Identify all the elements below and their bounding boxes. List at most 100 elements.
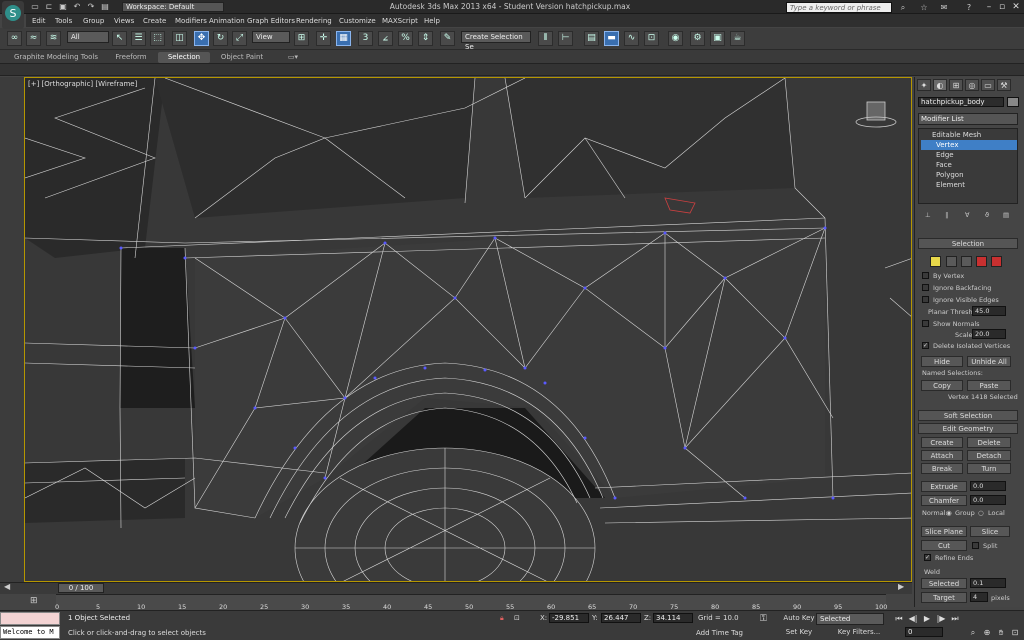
- absolute-mode-icon[interactable]: ⊡: [514, 614, 520, 622]
- menu-rendering[interactable]: Rendering: [296, 17, 332, 25]
- by-vertex-checkbox[interactable]: [922, 272, 929, 279]
- set-key-filter-icon[interactable]: ⚿: [760, 614, 767, 624]
- delete-isolated-vertices-checkbox[interactable]: [922, 342, 929, 349]
- lock-selection-icon[interactable]: 🔒︎: [500, 614, 504, 623]
- app-logo-button[interactable]: S: [2, 1, 24, 29]
- display-panel-icon[interactable]: ▭: [981, 79, 995, 91]
- redo-icon[interactable]: ↷: [86, 2, 96, 12]
- stack-item-edge[interactable]: Edge: [921, 150, 1017, 160]
- key-mode-dropdown[interactable]: Selected: [816, 613, 884, 625]
- menu-modifiers[interactable]: Modifiers: [175, 17, 207, 25]
- object-name-field[interactable]: hatchpickup_body: [918, 97, 1004, 107]
- selection-filter-dropdown[interactable]: All: [67, 31, 109, 43]
- communication-icon[interactable]: ✉: [938, 2, 950, 13]
- vertex-mode-icon[interactable]: [930, 256, 941, 267]
- maximize-viewport-icon[interactable]: ⊡: [1009, 627, 1021, 638]
- material-editor-icon[interactable]: ◉: [668, 31, 683, 46]
- edit-named-selection-icon[interactable]: ✎: [440, 31, 455, 46]
- show-normals-checkbox[interactable]: [922, 320, 929, 327]
- remove-modifier-icon[interactable]: ϑ: [985, 211, 989, 219]
- zoom-all-icon[interactable]: ⊕: [981, 627, 993, 638]
- new-icon[interactable]: ▭: [30, 2, 40, 12]
- ignore-backfacing-checkbox[interactable]: [922, 284, 929, 291]
- tab-graphite-modeling-tools[interactable]: Graphite Modeling Tools: [14, 52, 98, 63]
- viewport-orthographic[interactable]: [24, 77, 912, 582]
- select-and-move-icon[interactable]: ✥: [194, 31, 209, 46]
- tab-object-paint[interactable]: Object Paint: [216, 52, 268, 63]
- stack-item-polygon[interactable]: Polygon: [921, 170, 1017, 180]
- time-slider-thumb[interactable]: 0 / 100: [58, 583, 104, 593]
- select-by-name-icon[interactable]: ☰: [131, 31, 146, 46]
- subscription-icon[interactable]: ☆: [918, 2, 930, 13]
- reference-coordinate-dropdown[interactable]: View: [252, 31, 290, 43]
- menu-customize[interactable]: Customize: [339, 17, 376, 25]
- turn-button[interactable]: Turn: [967, 463, 1011, 474]
- delete-button[interactable]: Delete: [967, 437, 1011, 448]
- z-coordinate-field[interactable]: 34.114: [653, 613, 693, 623]
- select-and-scale-icon[interactable]: ⤢: [232, 31, 247, 46]
- play-icon[interactable]: ▶: [921, 613, 933, 624]
- keyboard-shortcut-override-icon[interactable]: ▦: [336, 31, 351, 46]
- named-selection-dropdown[interactable]: Create Selection Se: [461, 31, 531, 51]
- chamfer-button[interactable]: Chamfer: [921, 495, 967, 506]
- face-mode-icon[interactable]: [961, 256, 972, 267]
- graphite-ribbon-icon[interactable]: ▬: [604, 31, 619, 46]
- menu-graph-editors[interactable]: Graph Editors: [247, 17, 295, 25]
- utilities-panel-icon[interactable]: ⚒: [997, 79, 1011, 91]
- stack-item-editable-mesh[interactable]: Editable Mesh: [921, 130, 1017, 140]
- open-icon[interactable]: ⊏: [44, 2, 54, 12]
- unhide-all-button[interactable]: Unhide All: [967, 356, 1011, 367]
- pin-stack-icon[interactable]: ⊥: [925, 211, 931, 219]
- edge-mode-icon[interactable]: [946, 256, 957, 267]
- pan-view-icon[interactable]: ✋︎: [995, 627, 1007, 638]
- go-to-end-icon[interactable]: ⏭: [949, 613, 961, 624]
- go-to-start-icon[interactable]: ⏮: [893, 613, 905, 624]
- stack-item-vertex[interactable]: Vertex: [921, 140, 1017, 150]
- planar-thresh-spinner[interactable]: 45.0: [972, 306, 1006, 316]
- group-radio-icon[interactable]: ◉: [946, 509, 952, 517]
- create-button[interactable]: Create: [921, 437, 963, 448]
- make-unique-icon[interactable]: ∀: [965, 211, 969, 219]
- maxscript-mini-listener[interactable]: Welcome to M: [0, 626, 60, 639]
- project-folder-icon[interactable]: ▤: [100, 2, 110, 12]
- weld-selected-button[interactable]: Selected: [921, 578, 967, 589]
- search-icon[interactable]: ⌕: [897, 2, 909, 13]
- modify-panel-icon[interactable]: ◐: [933, 79, 947, 91]
- cut-button[interactable]: Cut: [921, 540, 967, 551]
- menu-edit[interactable]: Edit: [32, 17, 46, 25]
- stack-item-element[interactable]: Element: [921, 180, 1017, 190]
- angle-snap-icon[interactable]: ⦤: [378, 31, 393, 46]
- unlink-icon[interactable]: ≈: [26, 31, 41, 46]
- menu-help[interactable]: Help: [424, 17, 440, 25]
- extrude-spinner[interactable]: 0.0: [970, 481, 1006, 491]
- menu-create[interactable]: Create: [143, 17, 166, 25]
- weld-threshold-spinner[interactable]: 0.1: [970, 578, 1006, 588]
- select-and-rotate-icon[interactable]: ↻: [213, 31, 228, 46]
- menu-maxscript[interactable]: MAXScript: [382, 17, 418, 25]
- help-icon[interactable]: ?: [963, 2, 975, 13]
- tab-selection[interactable]: Selection: [158, 52, 210, 63]
- time-slider-track[interactable]: [0, 582, 912, 594]
- viewport-label[interactable]: [+] [Orthographic] [Wireframe]: [28, 80, 137, 88]
- scale-spinner[interactable]: 20.0: [972, 329, 1006, 339]
- ignore-visible-edges-checkbox[interactable]: [922, 296, 929, 303]
- tab-freeform[interactable]: Freeform: [108, 52, 154, 63]
- snaps-toggle-icon[interactable]: 3: [358, 31, 373, 46]
- element-mode-icon[interactable]: [991, 256, 1002, 267]
- y-coordinate-field[interactable]: 26.447: [601, 613, 641, 623]
- refine-ends-checkbox[interactable]: [924, 554, 931, 561]
- soft-selection-rollout-header[interactable]: Soft Selection: [918, 410, 1018, 421]
- extrude-button[interactable]: Extrude: [921, 481, 967, 492]
- schematic-view-icon[interactable]: ⊡: [644, 31, 659, 46]
- pivot-center-icon[interactable]: ⊞: [294, 31, 309, 46]
- split-checkbox[interactable]: [972, 542, 979, 549]
- rendered-frame-window-icon[interactable]: ▣: [710, 31, 725, 46]
- add-time-tag[interactable]: Add Time Tag: [696, 629, 743, 637]
- bind-space-warp-icon[interactable]: ≋: [46, 31, 61, 46]
- previous-key-icon[interactable]: ◀|: [907, 613, 919, 624]
- menu-views[interactable]: Views: [114, 17, 134, 25]
- close-button[interactable]: ✕: [1009, 1, 1023, 13]
- workspace-dropdown[interactable]: Workspace: Default: [122, 2, 224, 12]
- chamfer-spinner[interactable]: 0.0: [970, 495, 1006, 505]
- render-production-icon[interactable]: ☕: [730, 31, 745, 46]
